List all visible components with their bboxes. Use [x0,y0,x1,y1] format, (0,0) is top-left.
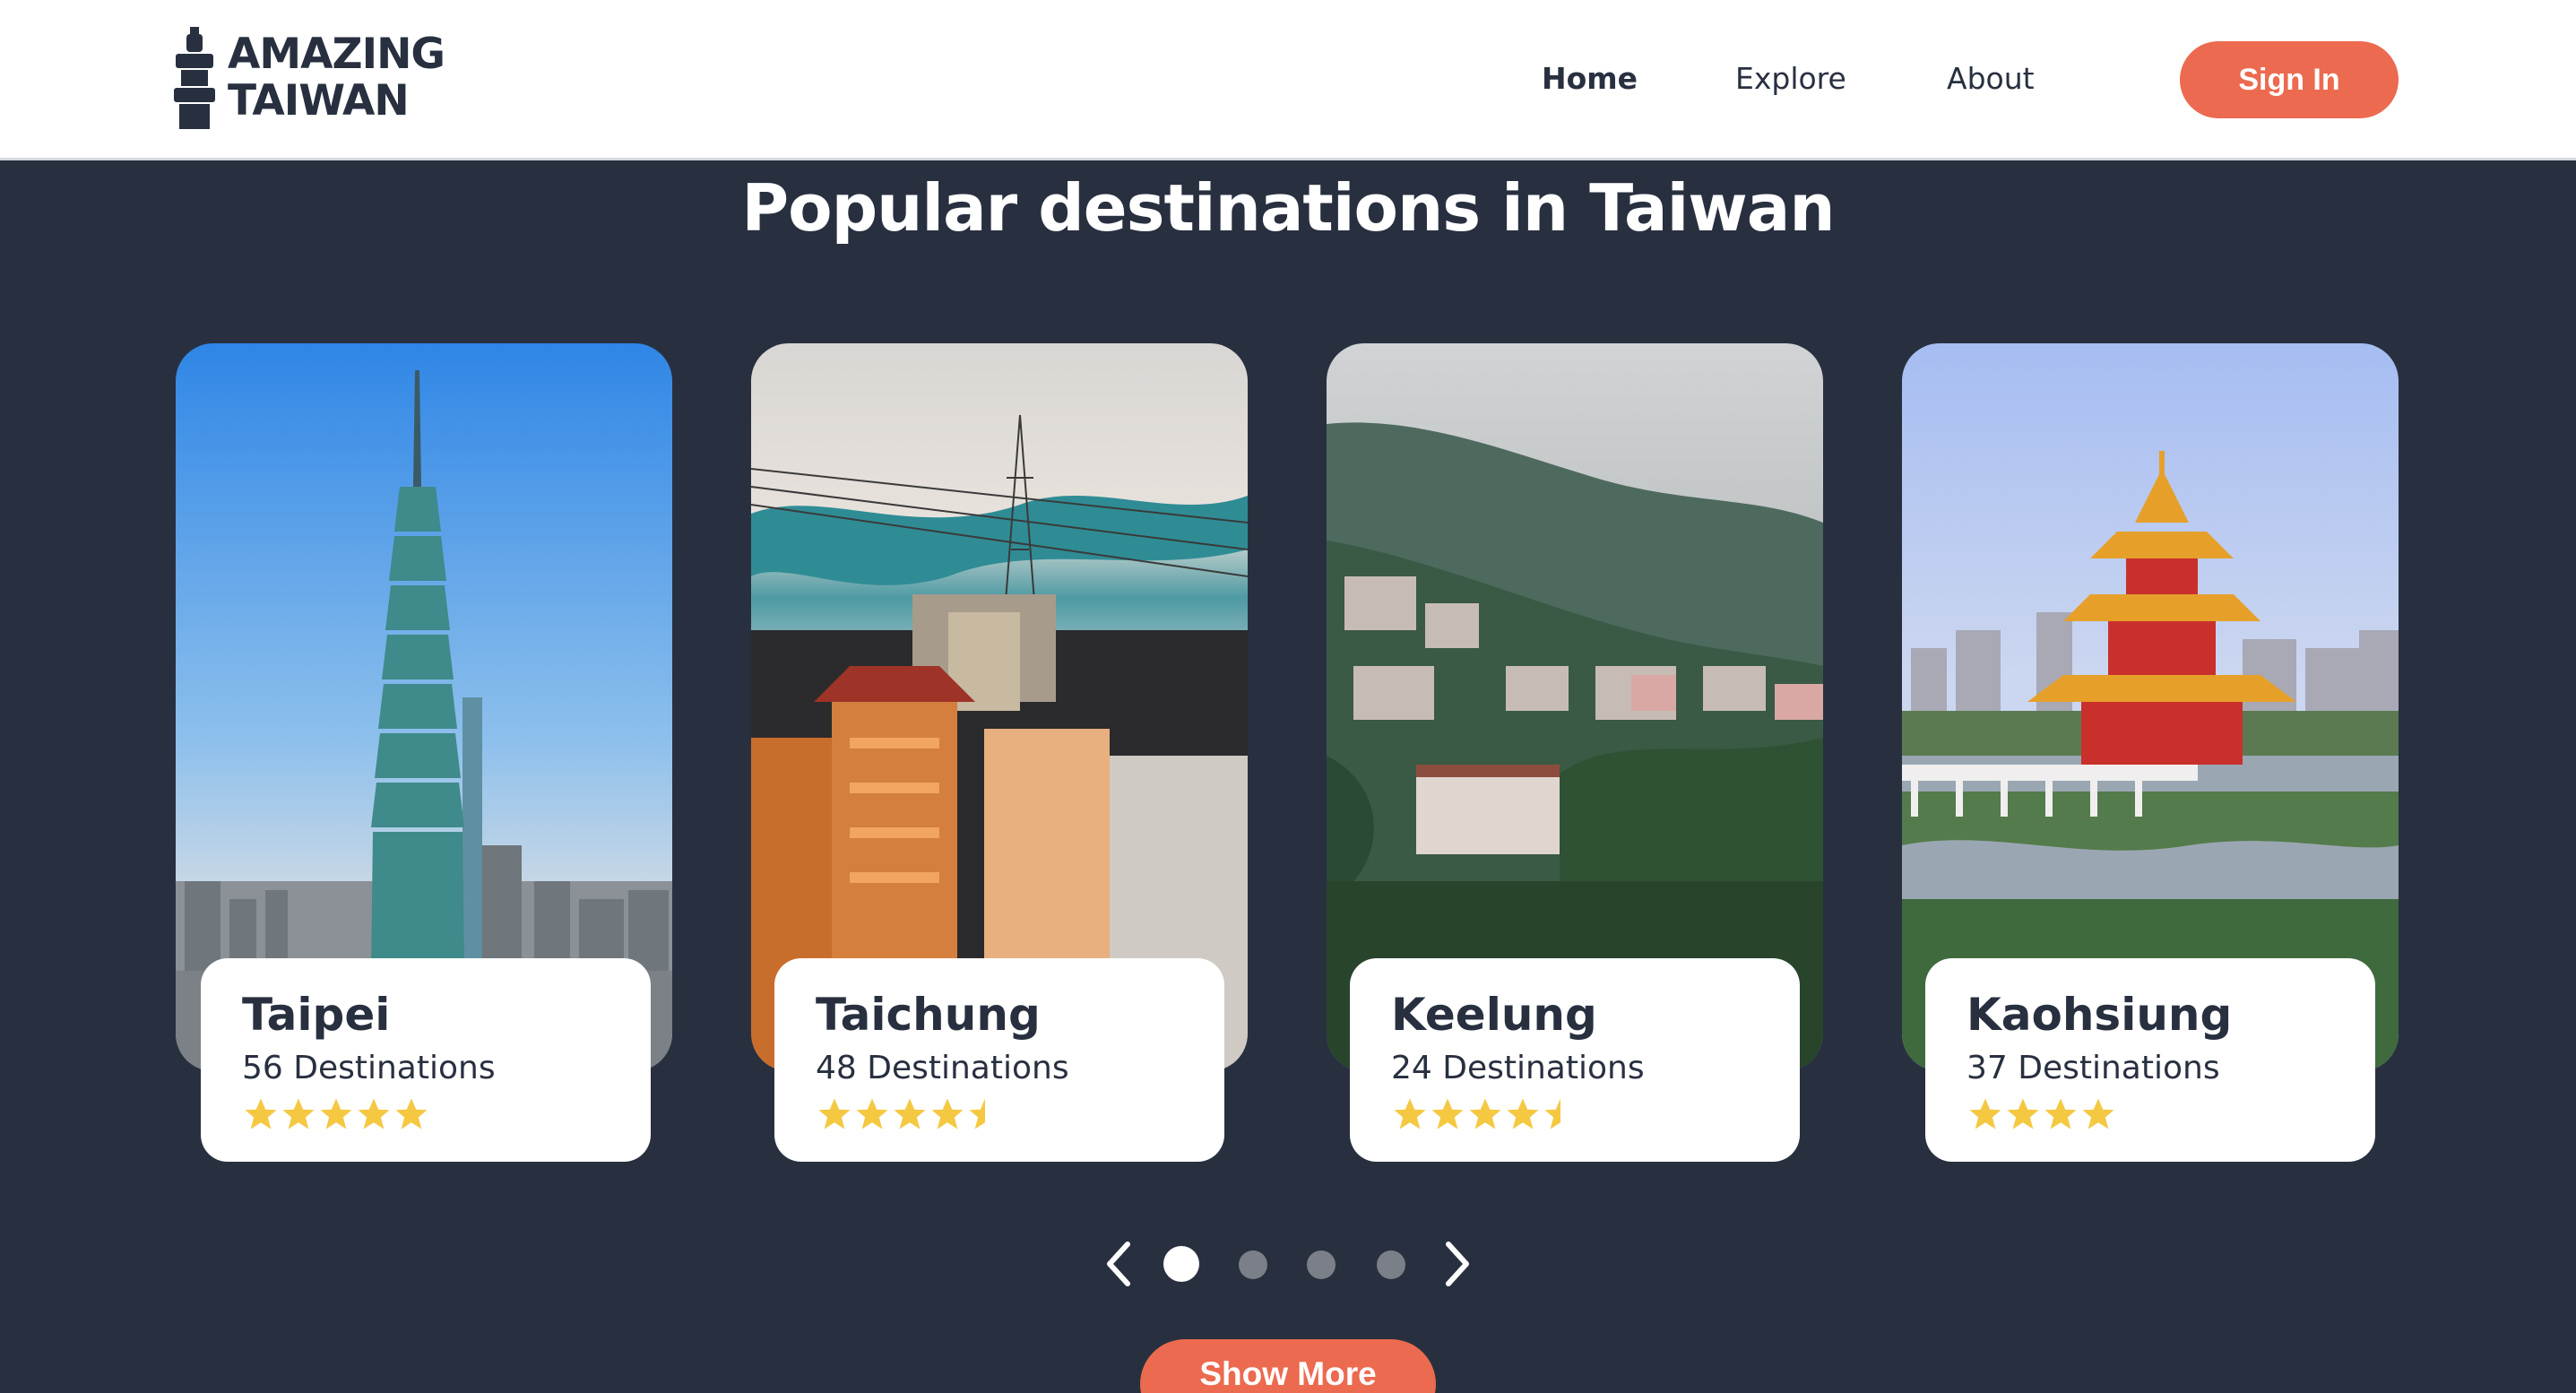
star-full-icon [1469,1098,1501,1129]
destination-count: 48 Destinations [816,1050,1069,1086]
destination-name: Keelung [1391,989,1597,1041]
carousel-next-icon[interactable] [1438,1237,1477,1291]
destination-count: 56 Destinations [242,1050,496,1086]
carousel-prev-icon[interactable] [1099,1237,1138,1291]
destination-count: 37 Destinations [1967,1050,2220,1086]
carousel-dot-1[interactable] [1163,1246,1199,1282]
destination-info-kaohsiung: Kaohsiung 37 Destinations [1925,958,2375,1162]
destination-info-keelung: Keelung 24 Destinations [1350,958,1800,1162]
star-full-icon [282,1098,315,1129]
nav-explore-link[interactable]: Explore [1735,61,1846,96]
show-more-button[interactable]: Show More [1140,1339,1436,1393]
rating-stars [242,1095,651,1135]
carousel-dot-4[interactable] [1377,1250,1405,1279]
nav-about-link[interactable]: About [1947,61,2035,96]
star-full-icon [358,1098,390,1129]
carousel-dot-2[interactable] [1239,1250,1267,1279]
star-full-icon [245,1098,277,1129]
brand-logo-text: AMAZING TAIWAN [228,31,445,125]
destination-count: 24 Destinations [1391,1050,1645,1086]
logo-line-2: TAIWAN [228,76,410,125]
nav-home-link[interactable]: Home [1542,61,1638,96]
star-full-icon [320,1098,352,1129]
star-full-icon [856,1098,888,1129]
top-navbar: AMAZING TAIWAN Home Explore About Sign I… [0,0,2576,160]
star-full-icon [395,1098,428,1129]
star-full-icon [1507,1098,1539,1129]
star-half-icon [969,1098,985,1129]
destination-name: Kaohsiung [1967,989,2233,1041]
rating-stars [816,1095,1224,1135]
star-full-icon [1394,1098,1426,1129]
section-title: Popular destinations in Taiwan [741,170,1835,246]
destination-name: Taipei [242,989,391,1041]
star-half-icon [1544,1098,1560,1129]
destination-name: Taichung [816,989,1041,1041]
carousel-pagination [0,1237,2576,1291]
rating-stars [1967,1095,2375,1135]
rating-stars [1391,1095,1800,1135]
star-full-icon [2044,1098,2077,1129]
pagoda-logo-icon [174,27,215,129]
logo-line-1: AMAZING [228,30,445,79]
star-full-icon [1431,1098,1464,1129]
star-full-icon [2007,1098,2039,1129]
star-full-icon [2082,1098,2114,1129]
carousel-dot-3[interactable] [1307,1250,1336,1279]
destination-info-taipei: Taipei 56 Destinations [201,958,651,1162]
star-full-icon [894,1098,926,1129]
star-full-icon [1969,1098,2001,1129]
star-full-icon [931,1098,964,1129]
brand-logo[interactable]: AMAZING TAIWAN [174,27,445,129]
destination-info-taichung: Taichung 48 Destinations [774,958,1224,1162]
sign-in-button[interactable]: Sign In [2180,41,2399,118]
star-full-icon [818,1098,851,1129]
